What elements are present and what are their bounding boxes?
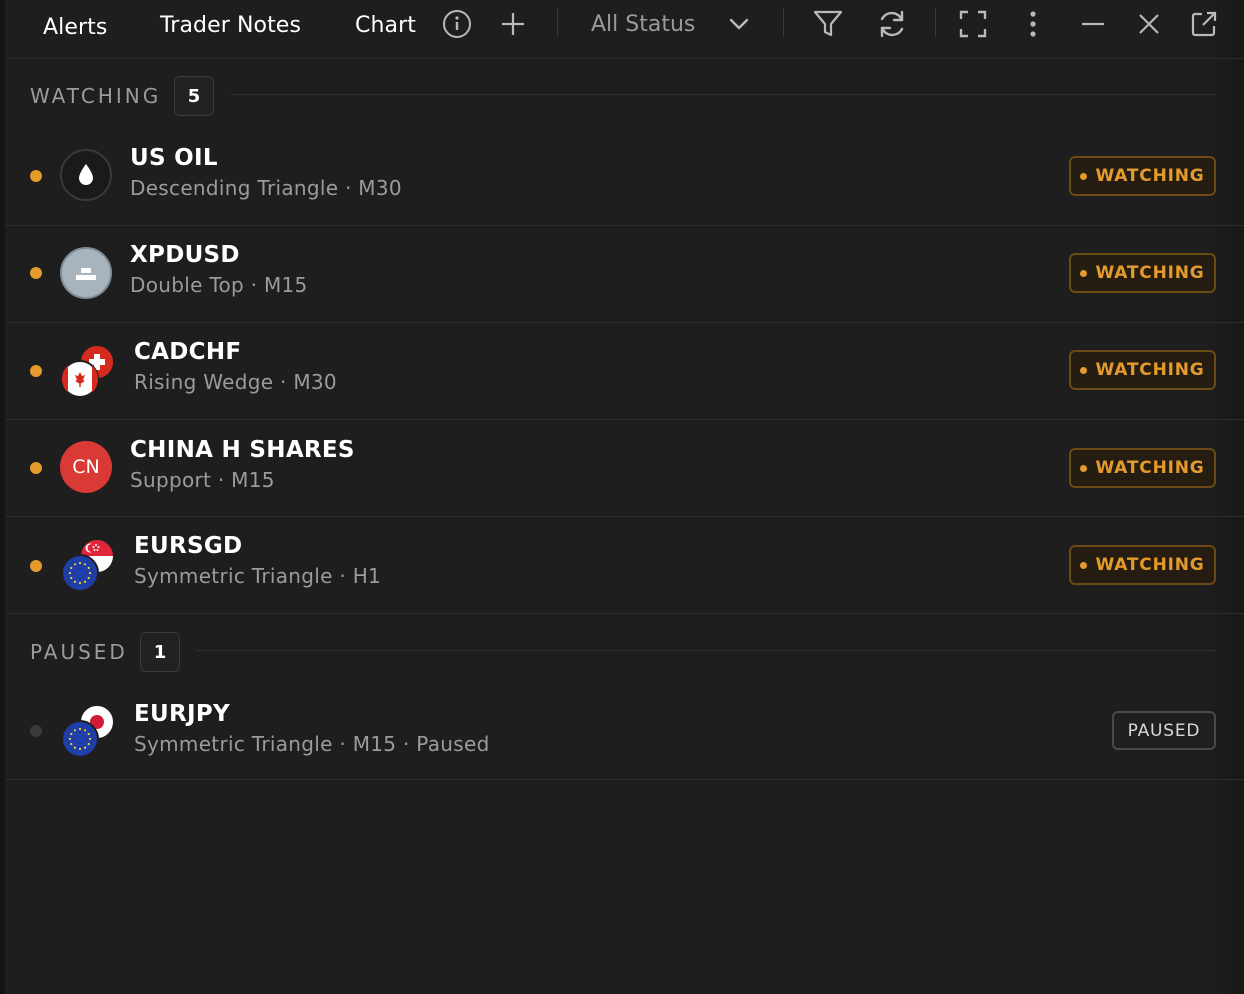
tab-alerts[interactable]: Alerts bbox=[43, 12, 107, 44]
alert-symbol: EURJPY bbox=[134, 701, 230, 727]
chevron-down-icon bbox=[728, 15, 750, 37]
status-filter-value: All Status bbox=[591, 11, 696, 37]
alert-symbol: US OIL bbox=[130, 145, 218, 171]
metal-bar-icon bbox=[60, 247, 112, 299]
section-header-paused: PAUSED 1 bbox=[5, 629, 1244, 673]
status-dot bbox=[30, 365, 42, 377]
alert-detail: Descending Triangle · M30 bbox=[130, 176, 402, 200]
alert-row[interactable]: US OIL Descending Triangle · M30 WATCHIN… bbox=[5, 129, 1244, 226]
status-badge: PAUSED bbox=[1112, 711, 1216, 750]
alert-symbol: CHINA H SHARES bbox=[130, 437, 355, 463]
canada-switzerland-flags-icon bbox=[60, 343, 120, 399]
section-label: WATCHING bbox=[30, 84, 162, 108]
minimize-icon[interactable] bbox=[1075, 6, 1111, 42]
status-badge-label: WATCHING bbox=[1095, 166, 1205, 186]
divider bbox=[196, 650, 1216, 651]
eu-singapore-flags-icon bbox=[60, 537, 120, 593]
status-dot bbox=[30, 560, 42, 572]
alert-detail: Symmetric Triangle · H1 bbox=[134, 564, 382, 588]
close-icon[interactable] bbox=[1131, 6, 1167, 42]
badge-dot bbox=[1080, 269, 1088, 277]
alert-symbol: XPDUSD bbox=[130, 242, 240, 268]
more-vertical-icon[interactable] bbox=[1015, 6, 1051, 42]
alert-detail: Rising Wedge · M30 bbox=[134, 370, 337, 394]
toolbar: Alerts Trader Notes Chart All Status bbox=[5, 0, 1244, 59]
refresh-icon[interactable] bbox=[874, 6, 910, 42]
section-label: PAUSED bbox=[30, 640, 128, 664]
oil-drop-icon bbox=[60, 149, 112, 201]
badge-dot bbox=[1080, 172, 1088, 180]
cn-badge-icon: CN bbox=[60, 441, 112, 493]
status-dot bbox=[30, 267, 42, 279]
eu-japan-flags-icon bbox=[60, 703, 120, 759]
status-filter-select[interactable]: All Status bbox=[591, 6, 761, 42]
alert-row[interactable]: CADCHF Rising Wedge · M30 WATCHING bbox=[5, 323, 1244, 420]
status-badge: WATCHING bbox=[1069, 156, 1216, 196]
info-icon[interactable] bbox=[439, 6, 475, 42]
status-dot bbox=[30, 170, 42, 182]
alert-row[interactable]: XPDUSD Double Top · M15 WATCHING bbox=[5, 226, 1244, 323]
alert-symbol: EURSGD bbox=[134, 533, 243, 559]
toolbar-divider bbox=[557, 8, 558, 36]
section-header-watching: WATCHING 5 bbox=[5, 73, 1244, 117]
divider bbox=[230, 94, 1216, 95]
status-badge-label: WATCHING bbox=[1095, 360, 1205, 380]
alert-detail: Double Top · M15 bbox=[130, 273, 308, 297]
status-badge: WATCHING bbox=[1069, 545, 1216, 585]
badge-dot bbox=[1080, 464, 1088, 472]
count-badge: 1 bbox=[140, 632, 180, 672]
plus-icon[interactable] bbox=[495, 6, 531, 42]
status-badge: WATCHING bbox=[1069, 253, 1216, 293]
status-badge-label: WATCHING bbox=[1095, 263, 1205, 283]
status-badge: WATCHING bbox=[1069, 350, 1216, 390]
status-dot bbox=[30, 725, 42, 737]
toolbar-divider bbox=[935, 8, 936, 36]
external-link-icon[interactable] bbox=[1186, 6, 1222, 42]
alert-row[interactable]: EURJPY Symmetric Triangle · M15 · Paused… bbox=[5, 683, 1244, 780]
alert-symbol: CADCHF bbox=[134, 339, 242, 365]
toolbar-divider bbox=[783, 8, 784, 36]
badge-dot bbox=[1080, 366, 1088, 374]
status-dot bbox=[30, 462, 42, 474]
expand-icon[interactable] bbox=[955, 6, 991, 42]
alert-detail: Symmetric Triangle · M15 · Paused bbox=[134, 732, 490, 756]
filter-icon[interactable] bbox=[810, 6, 846, 42]
alert-detail: Support · M15 bbox=[130, 468, 275, 492]
alert-row[interactable]: EURSGD Symmetric Triangle · H1 WATCHING bbox=[5, 517, 1244, 614]
status-badge-label: WATCHING bbox=[1095, 458, 1205, 478]
status-badge-label: WATCHING bbox=[1095, 555, 1205, 575]
count-badge: 5 bbox=[174, 76, 214, 116]
tab-chart[interactable]: Chart bbox=[355, 10, 416, 42]
alert-row[interactable]: CN CHINA H SHARES Support · M15 WATCHING bbox=[5, 420, 1244, 517]
status-badge: WATCHING bbox=[1069, 448, 1216, 488]
badge-dot bbox=[1080, 561, 1088, 569]
tab-trader-notes[interactable]: Trader Notes bbox=[160, 10, 301, 42]
